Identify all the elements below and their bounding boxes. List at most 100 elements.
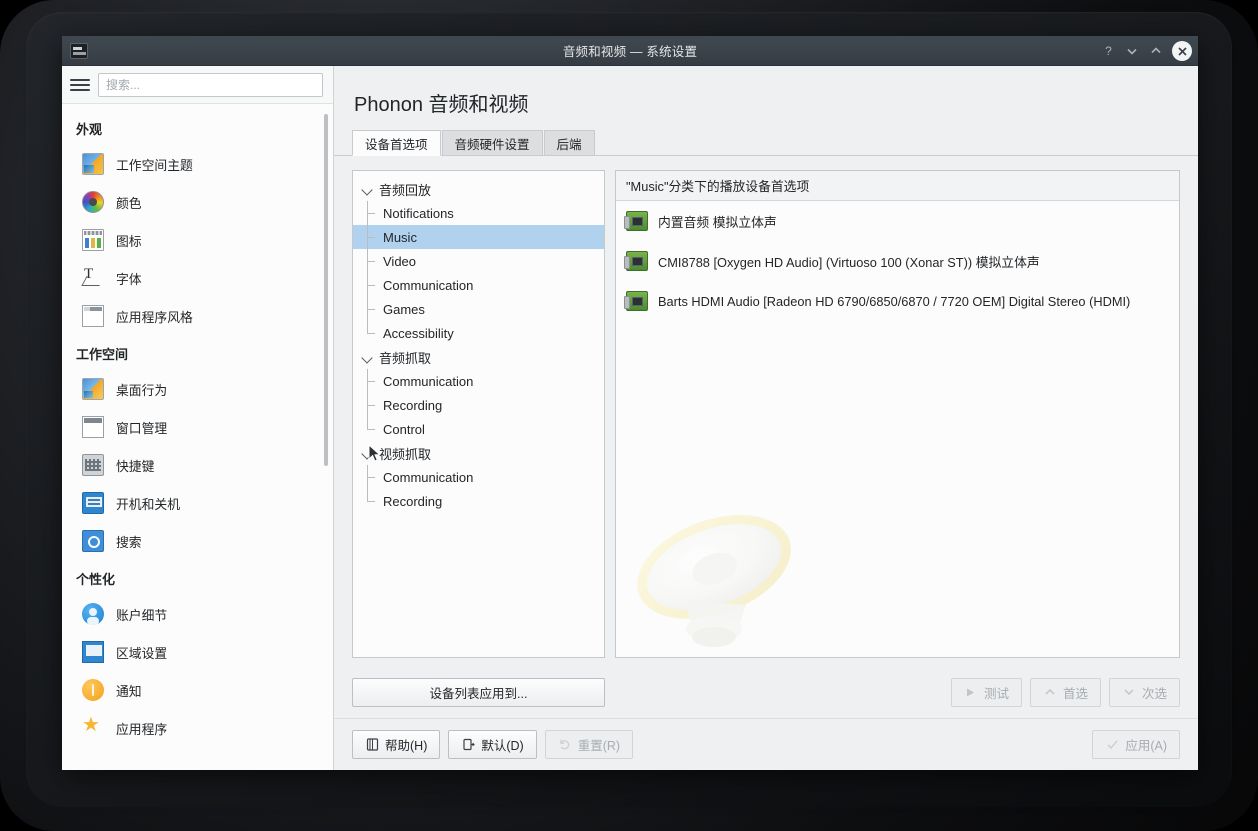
- main-panel: Phonon 音频和视频 设备首选项 音频硬件设置 后端 音频回放 Notifi…: [334, 66, 1198, 770]
- chevron-down-icon[interactable]: [1121, 40, 1143, 62]
- fonts-icon: [82, 266, 104, 289]
- tree-root-label: 音频回放: [379, 182, 432, 198]
- category-tree[interactable]: 音频回放 Notifications Music Video Communica…: [352, 170, 605, 658]
- search-module-icon: [82, 530, 104, 552]
- tree-item-video[interactable]: Video: [353, 249, 604, 273]
- tree-item-label: Recording: [383, 493, 443, 509]
- sidebar-item-label: 应用程序风格: [116, 309, 193, 325]
- tree-group-audio-playback: 音频回放 Notifications Music Video Communica…: [353, 177, 604, 345]
- startup-shutdown-icon: [82, 492, 104, 514]
- help-icon[interactable]: ?: [1097, 40, 1119, 62]
- sidebar-item-label: 桌面行为: [116, 382, 168, 398]
- tree-item-label: Video: [383, 253, 417, 269]
- tree-item-communication-capture[interactable]: Communication: [353, 369, 604, 393]
- notifications-icon: [82, 679, 104, 701]
- sidebar-item-notifications[interactable]: 通知: [62, 671, 333, 709]
- sidebar-item-applications[interactable]: 应用程序: [62, 709, 333, 747]
- sidebar-item-window-management[interactable]: 窗口管理: [62, 408, 333, 446]
- page-title: Phonon 音频和视频: [354, 94, 529, 116]
- device-action-buttons: 测试 首选 次选: [950, 677, 1180, 707]
- tab-audio-hardware-setup[interactable]: 音频硬件设置: [441, 130, 543, 155]
- tree-group-audio-capture: 音频抓取 Communication Recording Control: [353, 345, 604, 441]
- sound-card-icon: [624, 211, 648, 231]
- tree-item-accessibility[interactable]: Accessibility: [353, 321, 604, 345]
- defaults-icon: [461, 738, 475, 752]
- sidebar-item-label: 字体: [116, 271, 142, 287]
- window-titlebar[interactable]: 音频和视频 — 系统设置 ?: [62, 36, 1198, 66]
- tab-content: 音频回放 Notifications Music Video Communica…: [334, 156, 1198, 718]
- sidebar-item-shortcuts[interactable]: 快捷键: [62, 446, 333, 484]
- device-list-item[interactable]: Barts HDMI Audio [Radeon HD 6790/6850/68…: [616, 281, 1179, 321]
- apply-label: 应用(A): [1125, 739, 1167, 753]
- sidebar-item-fonts[interactable]: 字体: [62, 259, 333, 297]
- prefer-button[interactable]: 首选: [1029, 677, 1101, 707]
- sidebar-item-application-style[interactable]: 应用程序风格: [62, 297, 333, 335]
- device-label: Barts HDMI Audio [Radeon HD 6790/6850/68…: [658, 293, 1131, 309]
- device-label: CMI8788 [Oxygen HD Audio] (Virtuoso 100 …: [658, 254, 1040, 270]
- sidebar-search-row: [62, 66, 333, 104]
- tree-item-label: Games: [383, 301, 425, 317]
- sidebar-item-icons[interactable]: 图标: [62, 221, 333, 259]
- sidebar-item-startup-shutdown[interactable]: 开机和关机: [62, 484, 333, 522]
- tree-item-notifications[interactable]: Notifications: [353, 201, 604, 225]
- tab-device-preference[interactable]: 设备首选项: [352, 130, 441, 156]
- tree-root-label: 视频抓取: [379, 446, 432, 462]
- sidebar-item-label: 应用程序: [116, 721, 168, 737]
- tree-root-video-capture[interactable]: 视频抓取: [353, 441, 604, 465]
- apply-button[interactable]: 应用(A): [1092, 730, 1180, 759]
- shortcuts-icon: [82, 454, 104, 476]
- search-input[interactable]: [98, 72, 323, 97]
- defer-button[interactable]: 次选: [1108, 677, 1180, 707]
- sidebar-item-colors[interactable]: 颜色: [62, 183, 333, 221]
- sidebar-item-regional-settings[interactable]: 区域设置: [62, 633, 333, 671]
- chevron-down-icon[interactable]: [361, 183, 373, 195]
- tree-root-audio-capture[interactable]: 音频抓取: [353, 345, 604, 369]
- sidebar: 外观 工作空间主题 颜色 图标 字体: [62, 66, 334, 770]
- sidebar-item-label: 工作空间主题: [116, 157, 193, 173]
- tree-item-label: Recording: [383, 397, 443, 413]
- sidebar-item-label: 开机和关机: [116, 496, 180, 512]
- device-list[interactable]: 内置音频 模拟立体声 CMI8788 [Oxygen HD Audio] (Vi…: [616, 201, 1179, 657]
- sidebar-item-label: 区域设置: [116, 645, 168, 661]
- sidebar-nav[interactable]: 外观 工作空间主题 颜色 图标 字体: [62, 104, 333, 770]
- test-button[interactable]: 测试: [950, 677, 1022, 707]
- sidebar-item-search[interactable]: 搜索: [62, 522, 333, 560]
- chevron-down-icon[interactable]: [361, 351, 373, 363]
- system-settings-window: 音频和视频 — 系统设置 ? 搜索... 外观 工作空间主题 颜色 图标 T 字…: [62, 36, 1198, 770]
- apply-device-list-button[interactable]: 设备列表应用到...: [352, 677, 605, 707]
- tree-item-games[interactable]: Games: [353, 297, 604, 321]
- tree-item-recording-video[interactable]: Recording: [353, 489, 604, 513]
- tree-item-recording-audio[interactable]: Recording: [353, 393, 604, 417]
- tree-root-audio-playback[interactable]: 音频回放: [353, 177, 604, 201]
- bottom-button-bar: 帮助(H) 默认(D) 重置(R) 应用(A): [334, 718, 1198, 770]
- reset-button[interactable]: 重置(R): [544, 730, 634, 759]
- close-icon[interactable]: [1172, 41, 1192, 61]
- applications-icon: [82, 714, 104, 739]
- sidebar-item-workspace-theme[interactable]: 工作空间主题: [62, 145, 333, 183]
- mouse-cursor: [368, 444, 381, 462]
- reset-label: 重置(R): [577, 739, 621, 753]
- chevron-up-icon[interactable]: [1145, 40, 1167, 62]
- hamburger-icon[interactable]: [70, 77, 90, 93]
- tree-item-control[interactable]: Control: [353, 417, 604, 441]
- tree-item-label: Communication: [383, 469, 474, 485]
- sidebar-item-account-details[interactable]: 账户细节: [62, 595, 333, 633]
- sidebar-item-label: 颜色: [116, 195, 142, 211]
- tree-item-music[interactable]: Music: [353, 225, 604, 249]
- device-panel-header: "Music"分类下的播放设备首选项: [616, 171, 1179, 201]
- device-list-item[interactable]: CMI8788 [Oxygen HD Audio] (Virtuoso 100 …: [616, 241, 1179, 281]
- device-list-item[interactable]: 内置音频 模拟立体声: [616, 201, 1179, 241]
- tab-backend[interactable]: 后端: [543, 130, 595, 155]
- sidebar-scrollbar[interactable]: [324, 114, 328, 466]
- help-button[interactable]: 帮助(H): [352, 730, 441, 759]
- window-title: 音频和视频 — 系统设置: [562, 45, 698, 59]
- tree-item-communication-playback[interactable]: Communication: [353, 273, 604, 297]
- svg-text:?: ?: [1105, 45, 1112, 58]
- defaults-button[interactable]: 默认(D): [448, 730, 537, 759]
- sidebar-item-desktop-behavior[interactable]: 桌面行为: [62, 370, 333, 408]
- sidebar-group-title-workspace: 工作空间: [76, 347, 129, 362]
- tree-item-label: Communication: [383, 373, 474, 389]
- application-style-icon: [82, 305, 104, 327]
- tree-item-communication-video[interactable]: Communication: [353, 465, 604, 489]
- icons-icon: [82, 229, 104, 251]
